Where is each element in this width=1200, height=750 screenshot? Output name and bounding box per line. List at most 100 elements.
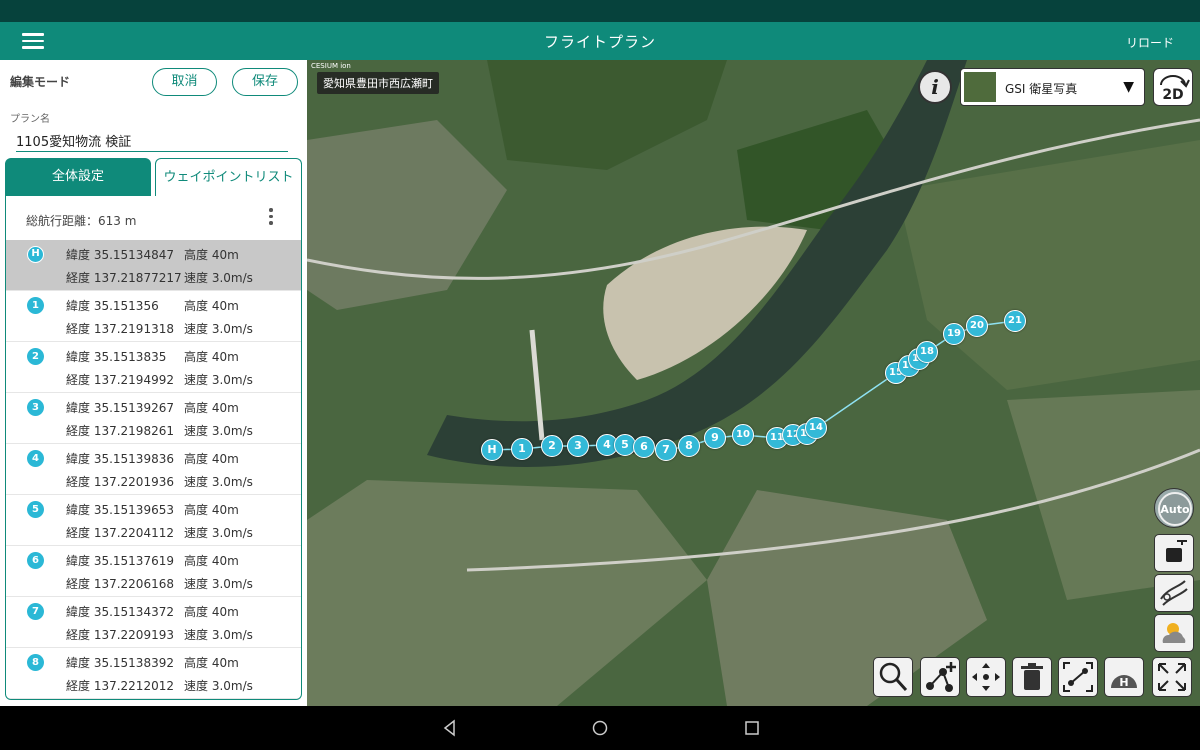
waypoint-longitude: 経度 137.21877217: [66, 271, 182, 285]
waypoint-marker[interactable]: 7: [655, 439, 677, 461]
waypoint-marker[interactable]: H: [481, 439, 503, 461]
waypoint-speed: 速度 3.0m/s: [184, 628, 253, 642]
waypoint-longitude: 経度 137.2206168: [66, 577, 174, 591]
waypoint-marker[interactable]: 2: [541, 435, 563, 457]
waypoint-longitude: 経度 137.2209193: [66, 628, 174, 642]
waypoint-speed: 速度 3.0m/s: [184, 526, 253, 540]
home-point-button[interactable]: H: [1104, 657, 1144, 697]
cancel-button[interactable]: 取消: [152, 68, 217, 96]
waypoint-longitude: 経度 137.2191318: [66, 322, 174, 336]
waypoint-list: 総航行距離：613 m H 緯度 35.15134847 経度 137.218772…: [5, 196, 302, 700]
waypoint-speed: 速度 3.0m/s: [184, 322, 253, 336]
add-waypoint-button[interactable]: [920, 657, 960, 697]
total-distance: 総航行距離：613 m: [26, 214, 137, 228]
select-area-button[interactable]: [1058, 657, 1098, 697]
waypoint-row[interactable]: 6 緯度 35.15137619 経度 137.2206168 高度 40m 速度 3.…: [6, 546, 301, 597]
waypoint-marker[interactable]: 21: [1004, 310, 1026, 332]
waypoint-badge: 1: [27, 297, 44, 314]
drone-body-button[interactable]: [1154, 534, 1194, 572]
svg-text:H: H: [1119, 676, 1128, 689]
waypoint-marker[interactable]: 18: [916, 341, 938, 363]
move-arrows-icon: [972, 663, 1000, 691]
waypoint-row[interactable]: 7 緯度 35.15134372 経度 137.2209193 高度 40m 速度 3.…: [6, 597, 301, 648]
wind-button[interactable]: [1154, 574, 1194, 612]
delete-button[interactable]: [1012, 657, 1052, 697]
path-select-icon: [1063, 662, 1093, 692]
waypoint-marker[interactable]: 3: [567, 435, 589, 457]
waypoint-marker[interactable]: 6: [633, 436, 655, 458]
waypoint-row[interactable]: 3 緯度 35.15139267 経度 137.2198261 高度 40m 速度 3.…: [6, 393, 301, 444]
waypoint-speed: 速度 3.0m/s: [184, 679, 253, 693]
info-button[interactable]: i: [918, 70, 952, 104]
waypoint-marker[interactable]: 8: [678, 435, 700, 457]
waypoint-badge: 6: [27, 552, 44, 569]
waypoint-marker[interactable]: 19: [943, 323, 965, 345]
layer-thumbnail: [964, 72, 996, 102]
auto-rotate-button[interactable]: Auto: [1154, 488, 1194, 528]
waypoint-speed: 速度 3.0m/s: [184, 475, 253, 489]
waypoint-badge: 8: [27, 654, 44, 671]
waypoint-latitude: 緯度 35.15134372: [66, 605, 174, 619]
map-view[interactable]: CESIUM ion 愛知県豊田市西広瀬町 i GSI 衛星写真 ▼ 2D H1…: [307, 60, 1200, 706]
waypoint-longitude: 経度 137.2201936: [66, 475, 174, 489]
waypoint-row[interactable]: 1 緯度 35.151356 経度 137.2191318 高度 40m 速度 3.0m…: [6, 291, 301, 342]
reload-button[interactable]: リロード: [1126, 34, 1174, 51]
home-icon[interactable]: [590, 718, 610, 738]
status-bar: [0, 0, 1200, 22]
waypoint-badge: 7: [27, 603, 44, 620]
app-bar: フライトプラン リロード: [0, 22, 1200, 60]
waypoint-marker[interactable]: 14: [805, 417, 827, 439]
auto-icon: Auto: [1158, 492, 1192, 526]
waypoint-altitude: 高度 40m: [184, 503, 239, 517]
waypoint-latitude: 緯度 35.151356: [66, 299, 159, 313]
tab-general-settings[interactable]: 全体設定: [5, 158, 151, 196]
waypoint-latitude: 緯度 35.1513835: [66, 350, 167, 364]
waypoint-row[interactable]: 2 緯度 35.1513835 経度 137.2194992 高度 40m 速度 3.0…: [6, 342, 301, 393]
waypoint-altitude: 高度 40m: [184, 299, 239, 313]
waypoint-longitude: 経度 137.2194992: [66, 373, 174, 387]
recents-icon[interactable]: [742, 718, 762, 738]
plan-name-input[interactable]: [16, 130, 288, 152]
2d-3d-toggle-button[interactable]: 2D: [1153, 68, 1193, 106]
waypoint-altitude: 高度 40m: [184, 656, 239, 670]
waypoint-marker[interactable]: 1: [511, 438, 533, 460]
waypoint-row[interactable]: H 緯度 35.15134847 経度 137.21877217 高度 40m 速度 3…: [6, 240, 301, 291]
waypoint-latitude: 緯度 35.15138392: [66, 656, 174, 670]
back-icon[interactable]: [440, 718, 460, 738]
waypoint-row[interactable]: 5 緯度 35.15139653 経度 137.2204112 高度 40m 速度 3.…: [6, 495, 301, 546]
satellite-imagery: [307, 60, 1200, 706]
waypoint-row[interactable]: 8 緯度 35.15138392 経度 137.2212012 高度 40m 速度 3.…: [6, 648, 301, 699]
move-button[interactable]: [966, 657, 1006, 697]
waypoint-speed: 速度 3.0m/s: [184, 577, 253, 591]
waypoint-latitude: 緯度 35.15134847: [66, 248, 174, 262]
waypoint-row[interactable]: 4 緯度 35.15139836 経度 137.2201936 高度 40m 速度 3.…: [6, 444, 301, 495]
waypoint-badge: 4: [27, 450, 44, 467]
helipad-icon: H: [1111, 675, 1137, 689]
save-button[interactable]: 保存: [232, 68, 298, 96]
waypoint-latitude: 緯度 35.15139836: [66, 452, 174, 466]
waypoint-badge: 2: [27, 348, 44, 365]
system-nav-bar: [0, 706, 1200, 750]
map-layer-select[interactable]: GSI 衛星写真 ▼: [960, 68, 1145, 106]
waypoint-altitude: 高度 40m: [184, 248, 239, 262]
location-label: 愛知県豊田市西広瀬町: [317, 72, 439, 94]
more-options-icon[interactable]: [269, 208, 275, 228]
waypoint-altitude: 高度 40m: [184, 350, 239, 364]
edit-mode-label: 編集モード: [10, 75, 71, 89]
plan-name-label: プラン名: [10, 114, 50, 125]
waypoint-altitude: 高度 40m: [184, 605, 239, 619]
tab-waypoint-list[interactable]: ウェイポイントリスト: [155, 158, 302, 196]
fullscreen-button[interactable]: [1152, 657, 1192, 697]
waypoint-marker[interactable]: 20: [966, 315, 988, 337]
weather-button[interactable]: [1154, 614, 1194, 652]
waypoint-speed: 速度 3.0m/s: [184, 271, 253, 285]
waypoint-marker[interactable]: 9: [704, 427, 726, 449]
add-node-icon: [926, 662, 956, 692]
waypoint-badge: 5: [27, 501, 44, 518]
waypoint-marker[interactable]: 10: [732, 424, 754, 446]
waypoint-latitude: 緯度 35.15139653: [66, 503, 174, 517]
wind-icon: [1160, 580, 1188, 606]
zoom-search-button[interactable]: [873, 657, 913, 697]
waypoint-latitude: 緯度 35.15137619: [66, 554, 174, 568]
trash-icon: [1021, 663, 1043, 690]
